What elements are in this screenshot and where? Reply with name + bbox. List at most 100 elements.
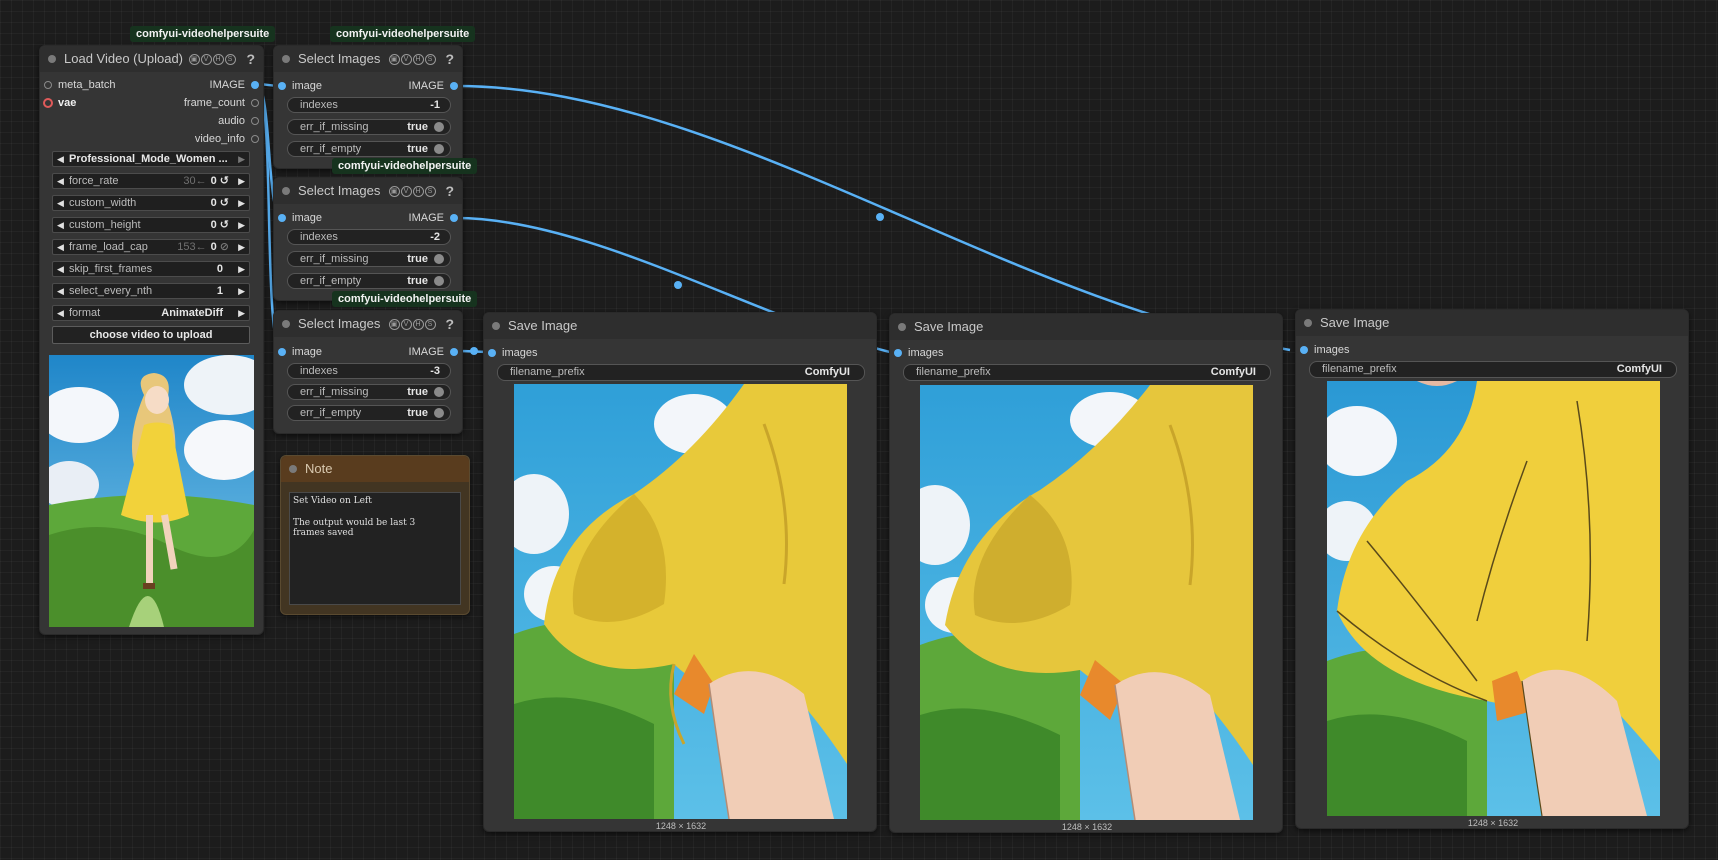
arrow-right-icon[interactable]: ▶ (238, 174, 245, 188)
upload-video-button[interactable]: choose video to upload (52, 326, 250, 344)
input-slot-image[interactable]: image (278, 210, 358, 226)
collapse-dot-icon[interactable] (1304, 319, 1312, 327)
node-title-bar[interactable]: Select Images ▣ V H S ? (274, 178, 462, 204)
output-slot-audio[interactable]: audio (149, 113, 259, 129)
help-icon[interactable]: ? (445, 178, 454, 204)
toggle-knob-icon[interactable] (434, 387, 444, 397)
slot-dot-icon[interactable] (1300, 346, 1308, 354)
node-title-bar[interactable]: Select Images ▣ V H S ? (274, 311, 462, 337)
skip-first-frames-widget[interactable]: ◀ skip_first_frames 0 ▶ (52, 261, 250, 277)
arrow-left-icon[interactable]: ◀ (57, 262, 64, 276)
note-textarea[interactable]: Set Video on Left The output would be la… (289, 492, 461, 605)
output-slot-image[interactable]: IMAGE (378, 78, 458, 94)
slot-dot-icon[interactable] (251, 99, 259, 107)
slot-dot-icon[interactable] (43, 98, 53, 108)
arrow-left-icon[interactable]: ◀ (57, 196, 64, 210)
select-images-node-2[interactable]: Select Images ▣ V H S ? image IMAGE indexes… (273, 177, 463, 301)
reset-icon[interactable]: ↺ (220, 197, 229, 209)
frame-load-cap-widget[interactable]: ◀ frame_load_cap 153← 0 ⊘ ▶ (52, 239, 250, 255)
slot-dot-icon[interactable] (278, 214, 286, 222)
slot-dot-icon[interactable] (278, 348, 286, 356)
toggle-knob-icon[interactable] (434, 254, 444, 264)
arrow-left-icon[interactable]: ◀ (57, 240, 64, 254)
video-select-combo[interactable]: ◀ Professional_Mode_Women ... ▶ (52, 151, 250, 167)
node-title-bar[interactable]: Note (281, 456, 469, 482)
node-title-bar[interactable]: Save Image (484, 313, 876, 339)
reset-icon[interactable]: ↺ (220, 175, 229, 187)
arrow-left-icon[interactable]: ◀ (57, 174, 64, 188)
force-rate-widget[interactable]: ◀ force_rate 30← 0 ↺ ▶ (52, 173, 250, 189)
collapse-dot-icon[interactable] (282, 320, 290, 328)
arrow-left-icon[interactable]: ◀ (57, 284, 64, 298)
select-images-node-1[interactable]: Select Images ▣ V H S ? image IMAGE indexes… (273, 45, 463, 169)
select-every-nth-widget[interactable]: ◀ select_every_nth 1 ▶ (52, 283, 250, 299)
load-video-node[interactable]: Load Video (Upload) ▣ V H S ? meta_batch va… (39, 45, 264, 635)
node-title-bar[interactable]: Load Video (Upload) ▣ V H S ? (40, 46, 263, 72)
output-slot-video-info[interactable]: video_info (149, 131, 259, 147)
input-slot-meta-batch[interactable]: meta_batch (44, 77, 164, 93)
arrow-right-icon[interactable]: ▶ (238, 306, 245, 320)
node-title-bar[interactable]: Save Image (890, 314, 1282, 340)
arrow-right-icon[interactable]: ▶ (238, 262, 245, 276)
custom-width-widget[interactable]: ◀ custom_width 0 ↺ ▶ (52, 195, 250, 211)
err-if-missing-toggle[interactable]: err_if_missing true (287, 119, 451, 135)
collapse-dot-icon[interactable] (898, 323, 906, 331)
help-icon[interactable]: ? (445, 46, 454, 72)
slot-dot-icon[interactable] (450, 82, 458, 90)
slot-dot-icon[interactable] (251, 117, 259, 125)
filename-prefix-input[interactable]: filename_prefix ComfyUI (903, 364, 1271, 381)
custom-height-widget[interactable]: ◀ custom_height 0 ↺ ▶ (52, 217, 250, 233)
slot-dot-icon[interactable] (44, 81, 52, 89)
help-icon[interactable]: ? (246, 46, 255, 72)
err-if-empty-toggle[interactable]: err_if_empty true (287, 273, 451, 289)
slot-dot-icon[interactable] (450, 214, 458, 222)
output-slot-frame-count[interactable]: frame_count (149, 95, 259, 111)
toggle-knob-icon[interactable] (434, 276, 444, 286)
collapse-dot-icon[interactable] (282, 187, 290, 195)
reset-icon[interactable]: ↺ (220, 219, 229, 231)
save-image-node-2[interactable]: Save Image images filename_prefix ComfyU… (889, 313, 1283, 833)
select-images-node-3[interactable]: Select Images ▣ V H S ? image IMAGE indexes… (273, 310, 463, 434)
collapse-dot-icon[interactable] (48, 55, 56, 63)
collapse-dot-icon[interactable] (492, 322, 500, 330)
arrow-right-icon[interactable]: ▶ (238, 218, 245, 232)
slot-dot-icon[interactable] (450, 348, 458, 356)
arrow-left-icon[interactable]: ◀ (57, 152, 64, 166)
node-title-bar[interactable]: Select Images ▣ V H S ? (274, 46, 462, 72)
note-node[interactable]: Note Set Video on Left The output would … (280, 455, 470, 615)
err-if-missing-toggle[interactable]: err_if_missing true (287, 384, 451, 400)
toggle-knob-icon[interactable] (434, 122, 444, 132)
arrow-right-icon[interactable]: ▶ (238, 196, 245, 210)
output-slot-image[interactable]: IMAGE (149, 77, 259, 93)
input-slot-images[interactable]: images (488, 345, 588, 361)
toggle-knob-icon[interactable] (434, 144, 444, 154)
node-title-bar[interactable]: Save Image (1296, 310, 1688, 336)
input-slot-images[interactable]: images (1300, 342, 1400, 358)
arrow-right-icon[interactable]: ▶ (238, 152, 245, 166)
collapse-dot-icon[interactable] (289, 465, 297, 473)
slot-dot-icon[interactable] (488, 349, 496, 357)
filename-prefix-input[interactable]: filename_prefix ComfyUI (497, 364, 865, 381)
slot-dot-icon[interactable] (251, 81, 259, 89)
slot-dot-icon[interactable] (894, 349, 902, 357)
arrow-right-icon[interactable]: ▶ (238, 240, 245, 254)
arrow-left-icon[interactable]: ◀ (57, 218, 64, 232)
input-slot-image[interactable]: image (278, 78, 358, 94)
output-slot-image[interactable]: IMAGE (378, 344, 458, 360)
input-slot-image[interactable]: image (278, 344, 358, 360)
slot-dot-icon[interactable] (251, 135, 259, 143)
indexes-input[interactable]: indexes -3 (287, 363, 451, 379)
err-if-empty-toggle[interactable]: err_if_empty true (287, 405, 451, 421)
input-slot-images[interactable]: images (894, 345, 994, 361)
output-slot-image[interactable]: IMAGE (378, 210, 458, 226)
toggle-knob-icon[interactable] (434, 408, 444, 418)
err-if-empty-toggle[interactable]: err_if_empty true (287, 141, 451, 157)
help-icon[interactable]: ? (445, 311, 454, 337)
slot-dot-icon[interactable] (278, 82, 286, 90)
indexes-input[interactable]: indexes -2 (287, 229, 451, 245)
arrow-left-icon[interactable]: ◀ (57, 306, 64, 320)
input-slot-vae[interactable]: vae (43, 95, 164, 111)
collapse-dot-icon[interactable] (282, 55, 290, 63)
format-widget[interactable]: ◀ format AnimateDiff ▶ (52, 305, 250, 321)
save-image-node-3[interactable]: Save Image images filename_prefix ComfyU… (1295, 309, 1689, 829)
